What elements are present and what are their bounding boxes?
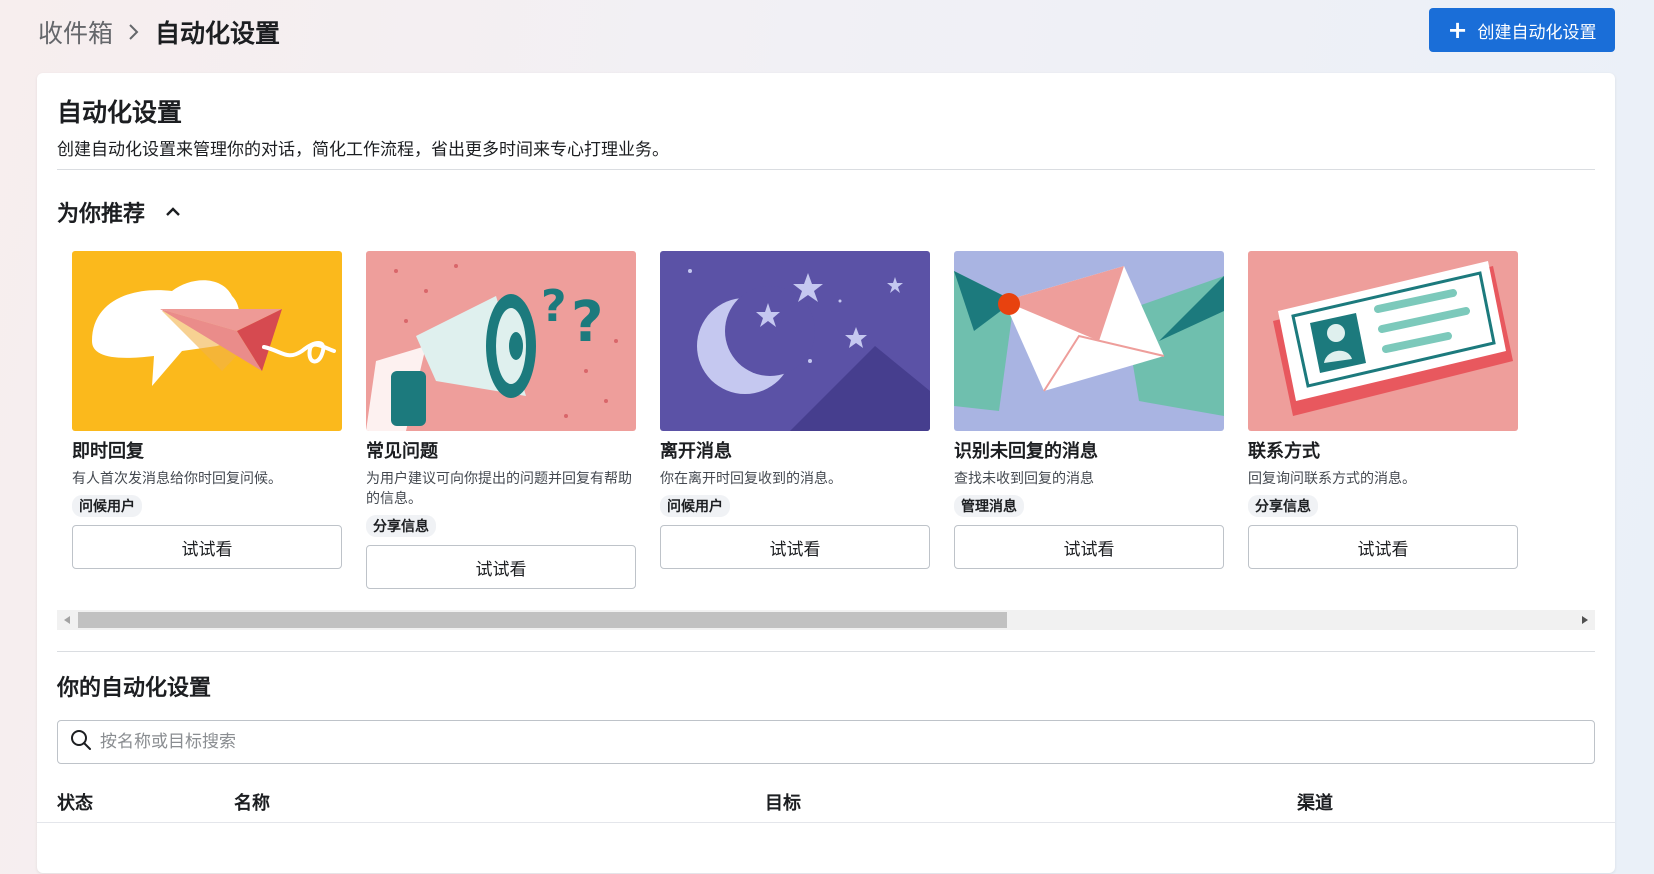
your-automations-title: 你的自动化设置 (57, 676, 212, 701)
template-title: 识别未回复的消息 (954, 441, 1098, 462)
template-card-faq: ? ? 常见问题 为用户建议可向你提出的问题并回复有帮助的信息。 分享信息 试试… (366, 251, 636, 589)
section-title: 自动化设置 (57, 98, 183, 127)
template-tag: 问候用户 (72, 495, 142, 517)
template-card-contact-info: 联系方式 回复询问联系方式的消息。 分享信息 试试看 (1248, 251, 1518, 569)
template-tag: 分享信息 (1248, 495, 1318, 517)
automation-table-header: 状态 名称 目标 渠道 (37, 783, 1615, 823)
template-tag: 分享信息 (366, 515, 436, 537)
create-automation-button[interactable]: + 创建自动化设置 (1429, 8, 1615, 52)
chevron-right-icon (127, 23, 141, 41)
template-description: 你在离开时回复收到的消息。 (660, 471, 842, 487)
template-title: 即时回复 (72, 441, 144, 462)
template-description: 为用户建议可向你提出的问题并回复有帮助的信息。 (366, 471, 632, 507)
contact-card-illustration (1248, 251, 1518, 431)
template-title: 联系方式 (1248, 441, 1320, 462)
try-button-faq[interactable]: 试试看 (366, 545, 636, 589)
scroll-right-icon[interactable] (1575, 610, 1595, 630)
search-icon (70, 729, 92, 755)
recommend-header[interactable]: 为你推荐 (57, 196, 187, 228)
try-button-unanswered[interactable]: 试试看 (954, 525, 1224, 569)
moon-illustration (660, 251, 930, 431)
template-tag: 问候用户 (660, 495, 730, 517)
column-target[interactable]: 目标 (765, 789, 801, 815)
template-card-away-message: 离开消息 你在离开时回复收到的消息。 问候用户 试试看 (660, 251, 930, 569)
recommend-cards: 即时回复 有人首次发消息给你时回复问候。 问候用户 试试看 ? ? 常见问题 为… (72, 251, 1595, 661)
column-channel[interactable]: 渠道 (1297, 789, 1333, 815)
scrollbar-thumb[interactable] (78, 612, 1007, 628)
horizontal-scrollbar[interactable] (57, 610, 1595, 630)
template-card-instant-reply: 即时回复 有人首次发消息给你时回复问候。 问候用户 试试看 (72, 251, 342, 569)
try-button-instant-reply[interactable]: 试试看 (72, 525, 342, 569)
template-description: 回复询问联系方式的消息。 (1248, 471, 1416, 487)
plus-icon: + (1447, 16, 1468, 44)
search-input[interactable] (100, 722, 1594, 762)
divider (57, 651, 1595, 652)
template-title: 离开消息 (660, 441, 732, 462)
breadcrumb-inbox[interactable]: 收件箱 (38, 14, 113, 50)
svg-text:?: ? (571, 290, 603, 355)
svg-text:?: ? (541, 281, 567, 332)
scroll-left-icon[interactable] (57, 610, 77, 630)
try-button-contact-info[interactable]: 试试看 (1248, 525, 1518, 569)
column-status[interactable]: 状态 (57, 789, 93, 815)
search-field[interactable] (57, 720, 1595, 764)
recommend-title: 为你推荐 (57, 202, 146, 227)
breadcrumb: 收件箱 自动化设置 (38, 14, 280, 50)
template-card-unanswered: 识别未回复的消息 查找未收到回复的消息 管理消息 试试看 (954, 251, 1224, 569)
try-button-away-message[interactable]: 试试看 (660, 525, 930, 569)
megaphone-illustration: ? ? (366, 251, 636, 431)
template-title: 常见问题 (366, 441, 438, 462)
top-bar: 收件箱 自动化设置 + 创建自动化设置 (0, 0, 1654, 64)
automation-panel: 自动化设置 创建自动化设置来管理你的对话，简化工作流程，省出更多时间来专心打理业… (37, 73, 1615, 873)
chevron-up-icon[interactable] (159, 198, 187, 226)
column-name[interactable]: 名称 (234, 789, 270, 815)
paper-plane-illustration (72, 251, 342, 431)
envelope-illustration (954, 251, 1224, 431)
template-description: 有人首次发消息给你时回复问候。 (72, 471, 282, 487)
divider (57, 169, 1595, 170)
template-description: 查找未收到回复的消息 (954, 471, 1094, 487)
create-automation-label: 创建自动化设置 (1477, 22, 1597, 43)
template-tag: 管理消息 (954, 495, 1024, 517)
section-description: 创建自动化设置来管理你的对话，简化工作流程，省出更多时间来专心打理业务。 (57, 140, 669, 160)
page-title: 自动化设置 (155, 19, 281, 48)
